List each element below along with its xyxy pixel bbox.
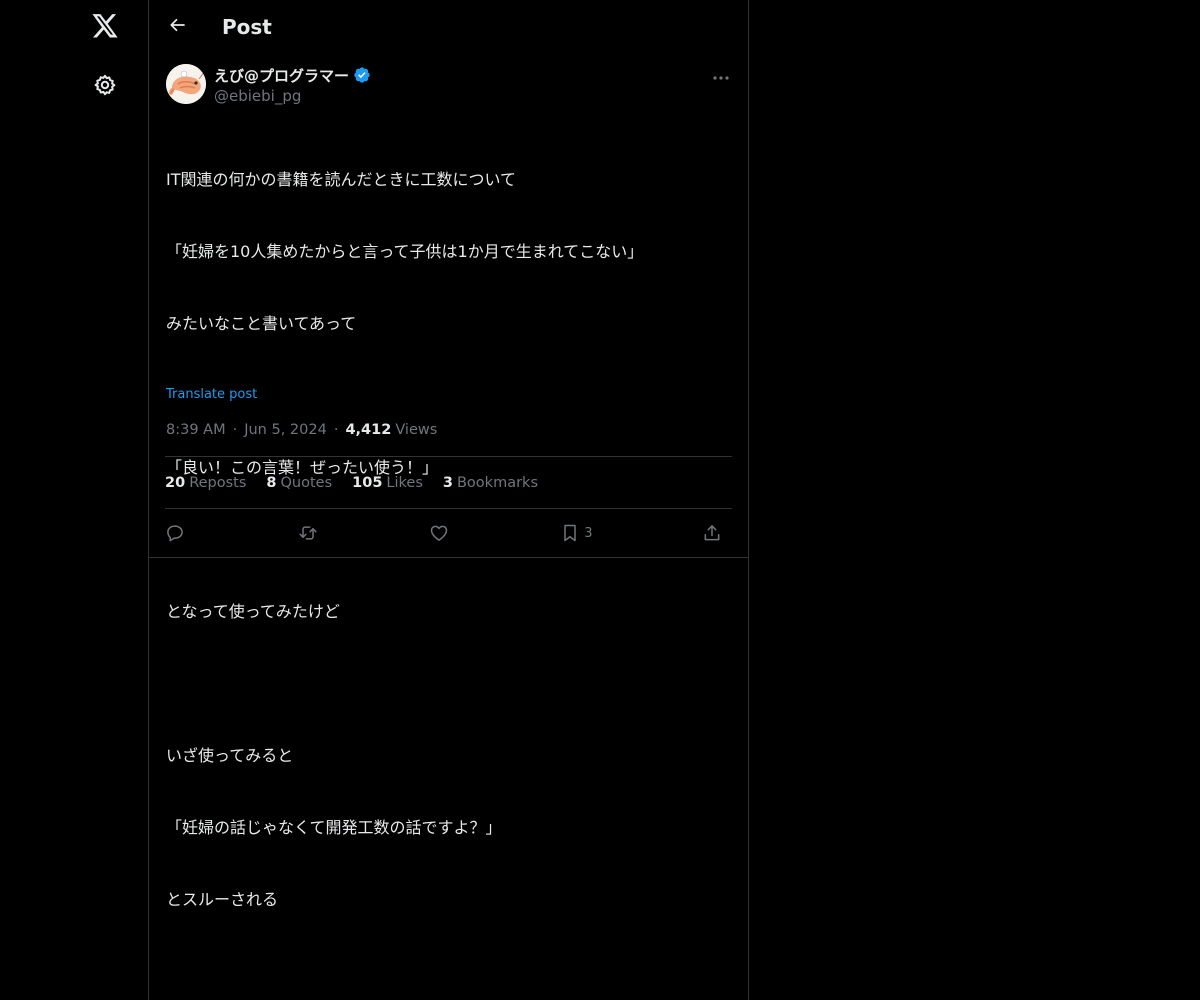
quotes-count: 8 <box>266 474 277 491</box>
post-text-line: となって使ってみたけど <box>166 602 340 621</box>
share-icon <box>702 523 722 543</box>
post: えび@プログラマー @ebiebi_pg IT関連の何かの書籍を読んだときに工数… <box>149 54 748 909</box>
post-text-line: IT関連の何かの書籍を読んだときに工数について <box>166 170 517 189</box>
back-button[interactable] <box>161 10 195 44</box>
post-actions: 3 <box>165 509 732 557</box>
like-button[interactable] <box>429 523 459 543</box>
post-meta: 8:39 AM · Jun 5, 2024 · 4,412 Views <box>166 420 437 440</box>
likes-count: 105 <box>352 474 383 491</box>
verified-badge-icon[interactable] <box>353 66 371 84</box>
views-count: 4,412 <box>345 422 392 438</box>
quotes-stat[interactable]: 8 Quotes <box>266 475 332 491</box>
main-column: Post えび@プログラマー @ebiebi_pg IT関連の何かの書籍を読んだ… <box>149 0 749 1000</box>
x-logo-icon[interactable] <box>82 4 128 50</box>
bookmarks-label: Bookmarks <box>456 474 538 491</box>
post-text-line <box>166 672 736 696</box>
post-text-line: みたいなこと書いてあって <box>166 314 357 333</box>
reply-button[interactable] <box>165 523 195 543</box>
author-display-name[interactable]: えび@プログラマー <box>214 65 349 86</box>
post-stats: 20 Reposts 8 Quotes 105 Likes 3 Bookmark… <box>165 456 732 509</box>
reposts-label: Reposts <box>189 474 247 491</box>
bookmark-icon <box>560 523 580 543</box>
post-text-line: 「妊婦の話じゃなくて開発工数の話ですよ？」 <box>166 818 502 837</box>
repost-icon <box>297 523 319 543</box>
reposts-stat[interactable]: 20 Reposts <box>165 475 246 491</box>
more-horizontal-icon <box>712 66 730 85</box>
heart-icon <box>429 523 449 543</box>
post-author: えび@プログラマー @ebiebi_pg <box>214 64 371 106</box>
page-title: Post <box>222 15 272 39</box>
reposts-count: 20 <box>165 474 186 491</box>
share-button[interactable] <box>702 523 732 543</box>
translate-post-link[interactable]: Translate post <box>166 386 257 404</box>
reply-icon <box>165 523 185 543</box>
post-text-line: とスルーされる <box>166 890 279 909</box>
bookmark-count: 3 <box>584 525 593 541</box>
post-time[interactable]: 8:39 AM <box>166 420 226 440</box>
repost-button[interactable] <box>297 523 327 543</box>
bookmark-button[interactable]: 3 <box>560 523 600 543</box>
meta-separator: · <box>333 422 339 438</box>
likes-stat[interactable]: 105 Likes <box>352 475 423 491</box>
post-text-line: 「妊婦を10人集めたからと言って子供は1か月で生まれてこない」 <box>166 242 644 261</box>
post-date[interactable]: Jun 5, 2024 <box>244 420 327 440</box>
more-options-button[interactable] <box>710 64 732 86</box>
bookmarks-stat[interactable]: 3 Bookmarks <box>443 475 538 491</box>
meta-separator: · <box>232 422 238 438</box>
app: Post えび@プログラマー @ebiebi_pg IT関連の何かの書籍を読んだ… <box>0 0 1200 1000</box>
settings-button[interactable] <box>82 64 128 110</box>
likes-label: Likes <box>386 474 423 491</box>
quotes-label: Quotes <box>280 474 333 491</box>
bookmarks-count: 3 <box>442 474 453 491</box>
post-header: Post <box>149 0 748 54</box>
gear-icon <box>93 73 117 101</box>
avatar[interactable] <box>166 64 206 104</box>
post-text-line: いざ使ってみると <box>166 746 294 765</box>
author-handle[interactable]: @ebiebi_pg <box>214 86 371 106</box>
left-nav <box>0 0 149 1000</box>
arrow-left-icon <box>169 16 187 38</box>
views-label: Views <box>395 422 438 438</box>
